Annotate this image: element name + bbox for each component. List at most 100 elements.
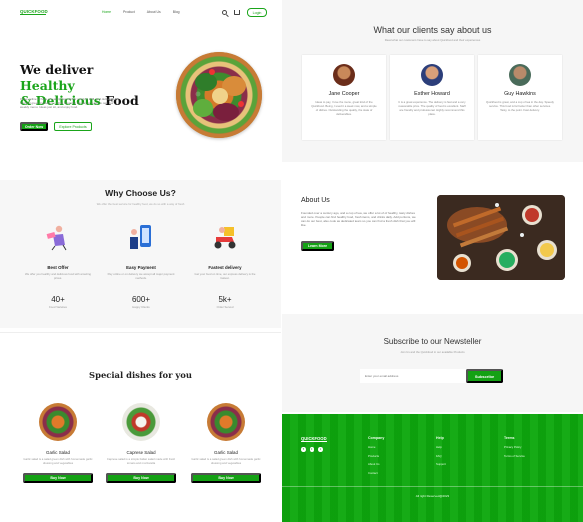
section-divider (0, 332, 281, 333)
feature-description: Get your food on time, our express deliv… (194, 272, 256, 280)
main-nav: Home Product About Us Blog (102, 10, 179, 14)
grilled-food-platter (437, 195, 565, 280)
footer-link[interactable]: Terms of Service (504, 454, 525, 458)
feature-fastest-delivery: Fastest delivery Get your food on time, … (190, 223, 260, 309)
person-offer-icon (43, 223, 73, 251)
instagram-icon[interactable]: i (318, 447, 323, 452)
search-icon-handle (226, 13, 229, 17)
buy-now-button[interactable]: Buy Now (23, 472, 93, 483)
dish-name: Garlic Salad (46, 450, 70, 455)
buy-now-button[interactable]: Buy Now (191, 472, 261, 483)
about-text: Founded over a century ago, and a cup of… (301, 211, 416, 228)
subscribe-button[interactable]: Subscribe (466, 369, 503, 383)
copyright-text: All right Reserved@2023 (415, 494, 450, 498)
cart-icon[interactable] (234, 10, 240, 15)
stat-number: 40+ (51, 294, 65, 304)
footer-col-title: Terms (504, 436, 515, 440)
dish-card: Garlic Salad Garlic salad is a salad gre… (22, 403, 94, 483)
stat-label: Order Served (216, 304, 234, 309)
stat-number: 5k+ (218, 294, 232, 304)
nav-home[interactable]: Home (102, 10, 111, 14)
testimonials-title: What our clients say about us (373, 25, 492, 35)
testimonials-subtitle: Read what our customers have to say abou… (384, 38, 481, 42)
feature-title: Best Offer (47, 265, 69, 270)
footer-link[interactable]: FAQ (436, 454, 446, 458)
about-section: About Us Founded over a century ago, and… (282, 164, 583, 312)
feature-title: Fastest delivery (208, 265, 242, 270)
why-subtitle: We offer the best service for healthy fo… (96, 202, 185, 206)
footer-link[interactable]: Contact (368, 471, 384, 475)
facebook-icon[interactable]: f (301, 447, 306, 452)
bowl-toppings (176, 52, 262, 138)
feature-description: We offer you healthy and delicious food … (25, 272, 91, 280)
dish-description: Garlic salad is a salad green dish with … (191, 457, 261, 465)
feature-title: Easy Payment (126, 265, 156, 270)
client-name: Jane Cooper (328, 91, 360, 97)
dish-card: Garlic Salad Garlic salad is a salad gre… (190, 403, 262, 483)
avatar (333, 64, 355, 86)
nav-about[interactable]: About Us (147, 10, 161, 14)
footer-link[interactable]: Help (436, 445, 446, 449)
client-name: Guy Hawkins (504, 91, 536, 97)
footer-col-company: Company Home Products About Us Contact (368, 436, 384, 479)
client-quote: It is a great experience. The delivery i… (398, 100, 466, 116)
footer-col-title: Company (368, 436, 385, 440)
special-dishes-section: Special dishes for you Garlic Salad Garl… (0, 338, 281, 522)
order-now-button[interactable]: Order Now (20, 122, 48, 131)
footer-link[interactable]: Support (436, 462, 446, 466)
dish-description: Caprese salad is a simple Italian salad … (106, 457, 176, 465)
newsletter-section: Subscribe to our Newsteller Join Us and … (282, 314, 583, 412)
testimonials-section: What our clients say about us Read what … (282, 0, 583, 162)
footer-col-title: Help (436, 436, 444, 440)
footer-col-terms: Terms Privacy Policy Terms of Service (504, 436, 525, 462)
testimonial-card: Esther Howard It is a great experience. … (390, 55, 474, 140)
nav-product[interactable]: Product (123, 10, 135, 14)
stat-label: Food Varieties (49, 304, 67, 309)
newsletter-subtitle: Join Us and the Quickfood in our availab… (400, 350, 465, 354)
footer-link[interactable]: About Us (368, 462, 384, 466)
dish-image (39, 403, 77, 441)
hero-food-bowl-image (176, 52, 262, 138)
social-icons: f t i (301, 447, 323, 452)
dishes-title: Special dishes for you (89, 370, 192, 380)
learn-more-button[interactable]: Learn More (301, 241, 334, 251)
headline-part1: We deliver (20, 62, 94, 77)
dish-name: Caprese Salad (126, 450, 156, 455)
site-footer: QUICKFOOD f t i Company Home Products Ab… (282, 414, 583, 522)
nav-blog[interactable]: Blog (173, 10, 180, 14)
why-title: Why Choose Us? (105, 188, 176, 198)
about-title: About Us (301, 197, 330, 204)
feature-description: Pay online or on delivery we accept all … (107, 272, 175, 280)
stat-label: Happy Clients (132, 304, 150, 309)
avatar (421, 64, 443, 86)
testimonial-card: Guy Hawkins Quickfood is great, and a cu… (478, 55, 562, 140)
client-name: Esther Howard (414, 91, 450, 97)
dish-image (207, 403, 245, 441)
stat-number: 600+ (131, 294, 151, 304)
footer-col-help: Help Help FAQ Support (436, 436, 446, 471)
feature-best-offer: Best Offer We offer you healthy and deli… (23, 223, 93, 309)
avatar (509, 64, 531, 86)
dish-image (122, 403, 160, 441)
logo-underline (20, 14, 46, 15)
explore-products-button[interactable]: Explore Products (54, 122, 92, 131)
footer-link[interactable]: Products (368, 454, 384, 458)
dish-card: Caprese Salad Caprese salad is a simple … (105, 403, 177, 483)
client-quote: Ideas to pay, I love the menu, great kin… (311, 100, 377, 116)
hero-description: Order online to have a healthy tasty din… (20, 97, 119, 110)
footer-link[interactable]: Privacy Policy (504, 445, 525, 449)
buy-now-button[interactable]: Buy Now (106, 472, 176, 483)
email-input[interactable] (360, 369, 466, 383)
hero-section: QUICKFOOD Home Product About Us Blog Log… (0, 0, 281, 168)
footer-link[interactable]: Home (368, 445, 384, 449)
client-quote: Quickfood is great, and a cup of tea in … (486, 100, 554, 112)
newsletter-title: Subscribe to our Newsteller (383, 337, 482, 346)
testimonial-card: Jane Cooper Ideas to pay, I love the men… (302, 55, 386, 140)
twitter-icon[interactable]: t (309, 447, 314, 452)
about-food-image (437, 195, 565, 280)
delivery-scooter-icon (210, 223, 240, 251)
headline-accent1: Healthy (20, 77, 75, 93)
feature-easy-payment: Easy Payment Pay online or on delivery w… (106, 223, 176, 309)
dish-description: Garlic salad is a salad green dish with … (23, 457, 93, 465)
login-button[interactable]: Login (247, 8, 267, 17)
